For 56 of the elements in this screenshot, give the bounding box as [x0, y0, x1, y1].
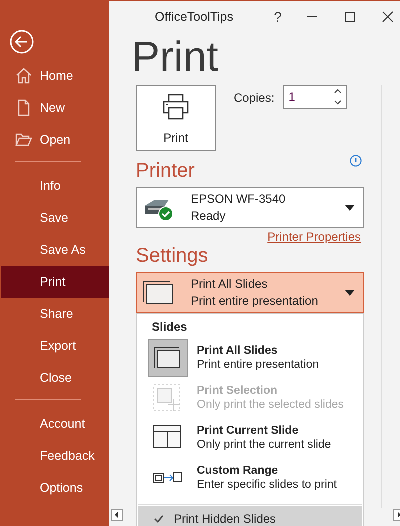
- print-range-dropdown[interactable]: Print All Slides Print entire presentation: [136, 272, 364, 313]
- option-description: Enter specific slides to print: [197, 479, 337, 491]
- caret-icon: [345, 290, 355, 296]
- sidebar-item[interactable]: Home: [1, 60, 109, 92]
- slide-option-icon: [153, 425, 183, 451]
- close-icon: [382, 11, 394, 23]
- sidebar-item[interactable]: Info: [1, 170, 109, 202]
- slides-icon: [143, 280, 175, 306]
- selection-subtitle: Print entire presentation: [191, 294, 320, 308]
- help-button[interactable]: ?: [265, 2, 291, 32]
- option-title: Print Selection: [197, 385, 279, 397]
- print-button[interactable]: Print: [136, 85, 216, 151]
- maximize-icon: [344, 11, 356, 23]
- option-title: Custom Range: [197, 465, 280, 477]
- folder-icon: [15, 131, 33, 149]
- sidebar-item[interactable]: Save: [1, 202, 109, 234]
- selection-title: Print All Slides: [191, 277, 269, 291]
- option-description: Only print the selected slides: [197, 399, 344, 411]
- printer-name: EPSON WF-3540: [191, 192, 287, 206]
- printer-icon: [161, 92, 191, 122]
- option-title: Print Current Slide: [197, 425, 300, 437]
- printer-dropdown[interactable]: EPSON WF-3540 Ready: [136, 187, 364, 228]
- sidebar-item[interactable]: Share: [1, 298, 109, 330]
- sidebar-item[interactable]: New: [1, 92, 109, 124]
- sidebar-item[interactable]: Close: [1, 362, 109, 394]
- window-title: OfficeToolTips: [155, 10, 235, 24]
- sidebar-item[interactable]: Export: [1, 330, 109, 362]
- sidebar-item[interactable]: Open: [1, 124, 109, 156]
- section-heading: Settings: [136, 244, 210, 268]
- copies-label: Copies:: [234, 91, 275, 105]
- printer-status: Ready: [191, 209, 227, 223]
- sidebar-item[interactable]: Feedback: [1, 440, 109, 472]
- copies-field[interactable]: 1: [282, 85, 347, 109]
- printer-properties-link[interactable]: Printer Properties: [268, 230, 361, 244]
- scroll-left-icon[interactable]: [111, 509, 123, 521]
- sidebar-item[interactable]: Account: [1, 408, 109, 440]
- menu-item[interactable]: Print Current Slide Only print the current slide: [137, 418, 363, 458]
- slide-option-icon: [153, 471, 183, 485]
- toggle-label: Print Hidden Slides: [174, 512, 276, 526]
- toggle-menu-item[interactable]: Print Hidden Slides: [138, 506, 362, 526]
- sidebar-item[interactable]: Save As: [1, 234, 109, 266]
- option-description: Only print the current slide: [197, 439, 332, 451]
- menu-section-header: Slides: [151, 319, 188, 336]
- back-button[interactable]: [10, 30, 34, 54]
- option-title: Print All Slides: [197, 345, 279, 357]
- page-heading: Print: [132, 35, 220, 79]
- section-heading: Printer: [136, 159, 195, 183]
- sidebar-item[interactable]: Options: [1, 472, 109, 504]
- info-icon[interactable]: [350, 155, 362, 167]
- caret-icon: [345, 204, 355, 210]
- menu-item[interactable]: Custom Range Enter specific slides to print: [137, 458, 363, 498]
- menu-item[interactable]: Print All Slides Print entire presentation: [137, 338, 363, 378]
- spinner-arrows-icon: [334, 87, 342, 107]
- sidebar-item[interactable]: Print: [1, 266, 109, 298]
- house-icon: [15, 67, 33, 85]
- option-description: Print entire presentation: [197, 359, 320, 371]
